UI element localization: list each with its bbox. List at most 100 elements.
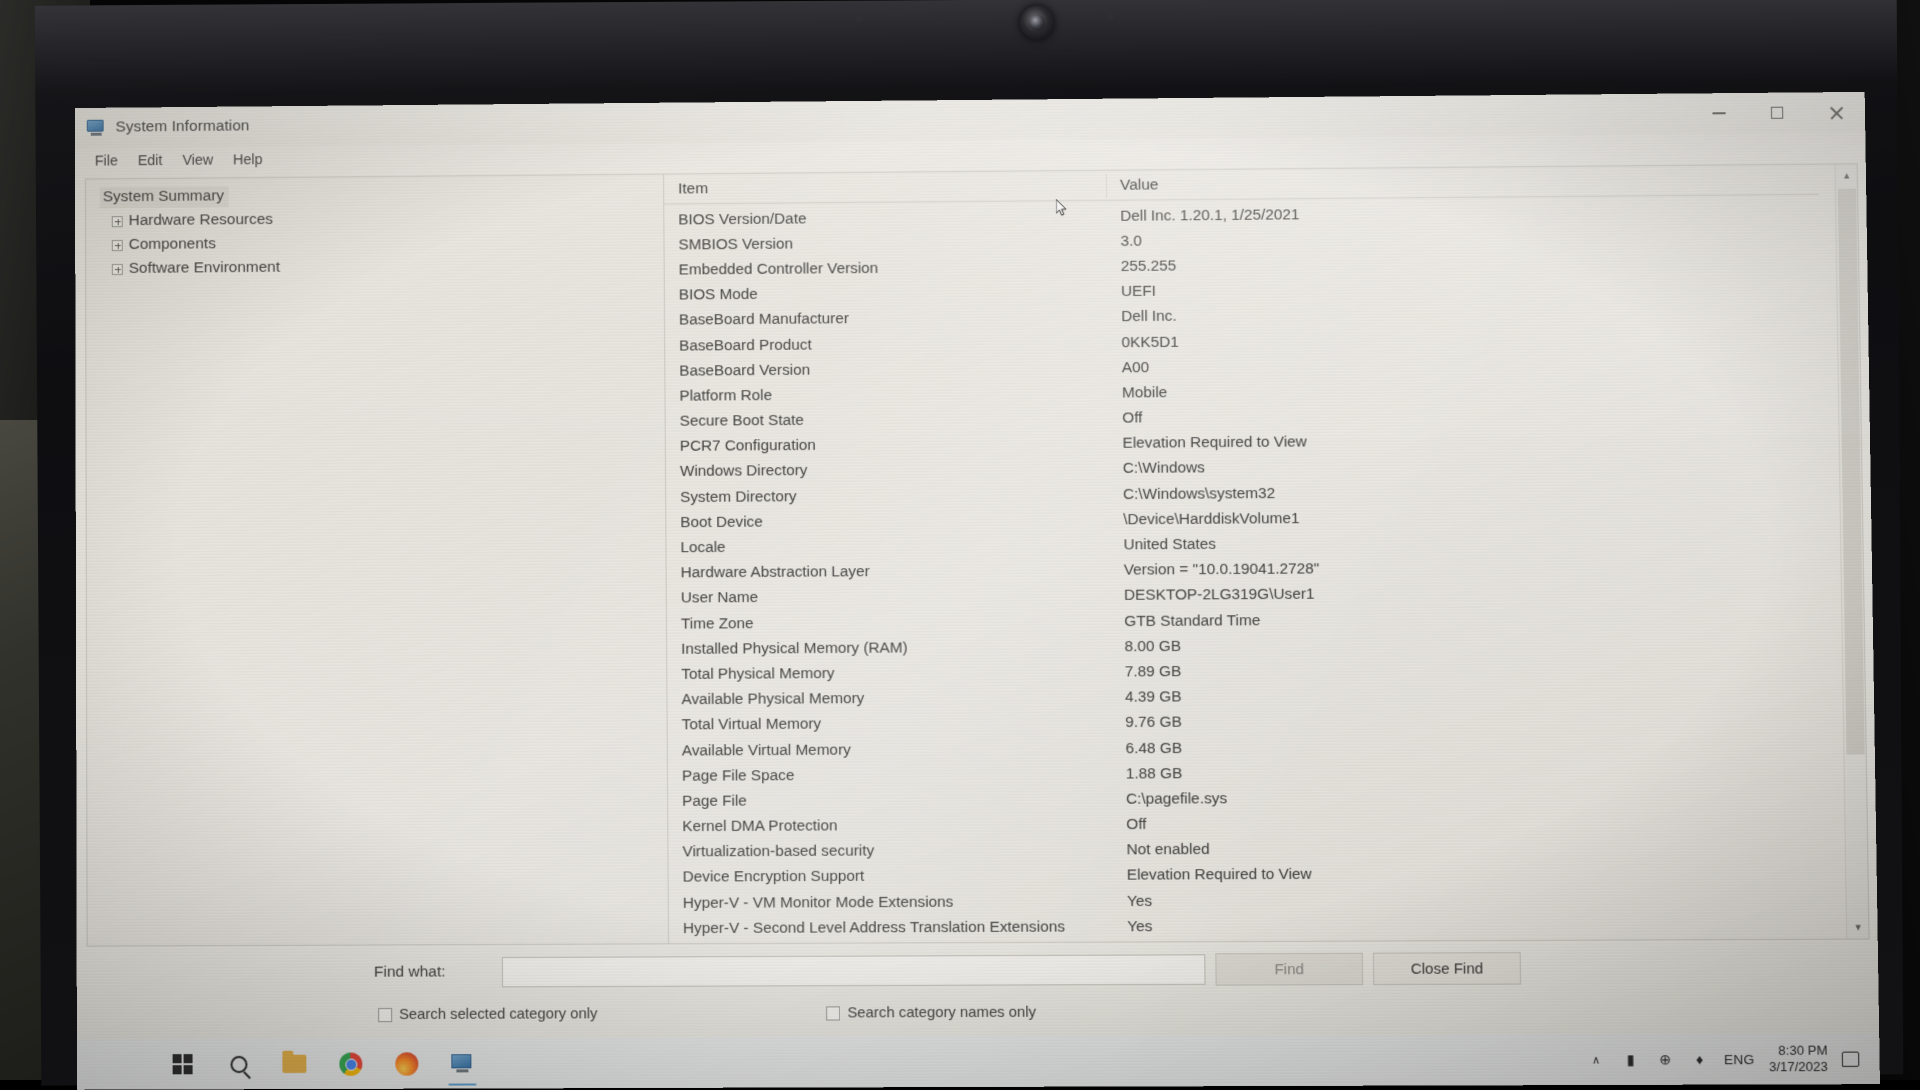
microphone-dot-left: [856, 15, 863, 22]
minimize-button[interactable]: [1689, 93, 1748, 134]
close-button[interactable]: [1806, 92, 1865, 133]
firefox-icon: [395, 1052, 418, 1075]
tree-item-label: Hardware Resources: [129, 211, 273, 230]
row-value-cell: UEFI: [1111, 283, 1156, 301]
search-category-names-checkbox[interactable]: Search category names only: [826, 1005, 1036, 1022]
row-item-cell: Virtualization-based security: [668, 842, 1116, 862]
column-divider[interactable]: [1106, 174, 1107, 198]
row-item-cell: PCR7 Configuration: [666, 435, 1113, 456]
row-value-cell: C:\Windows: [1113, 460, 1205, 479]
search-button[interactable]: [210, 1039, 266, 1090]
row-item-cell: Locale: [666, 536, 1113, 557]
system-information-taskbar-button[interactable]: [434, 1038, 490, 1089]
category-tree[interactable]: System Summary Hardware Resources Compon…: [85, 174, 668, 947]
window-controls: [1689, 92, 1865, 134]
row-item-cell: SMBIOS Version: [664, 233, 1110, 255]
menu-help[interactable]: Help: [223, 150, 272, 170]
file-explorer-button[interactable]: [266, 1038, 322, 1089]
menu-file[interactable]: File: [85, 151, 128, 171]
row-item-cell: BaseBoard Product: [665, 334, 1111, 355]
row-value-cell: Not enabled: [1116, 841, 1209, 860]
find-what-label: Find what:: [374, 963, 496, 982]
row-item-cell: Total Virtual Memory: [668, 714, 1116, 735]
row-item-cell: Device Encryption Support: [669, 867, 1117, 887]
active-app-indicator: [448, 1083, 476, 1086]
firefox-button[interactable]: [378, 1038, 434, 1089]
details-list: Item Value BIOS Version/DateDell Inc. 1.…: [663, 163, 1870, 944]
row-value-cell: DESKTOP-2LG319G\User1: [1114, 586, 1315, 605]
row-item-cell: Page File: [668, 791, 1116, 811]
row-value-cell: Off: [1112, 409, 1142, 427]
row-item-cell: BIOS Mode: [665, 283, 1111, 305]
row-value-cell: A00: [1112, 359, 1150, 377]
laptop-photo: System Information File Edit View Help: [0, 0, 1920, 1080]
row-item-cell: Available Physical Memory: [667, 689, 1115, 710]
menu-view[interactable]: View: [172, 150, 223, 170]
checkbox-box[interactable]: [826, 1006, 840, 1020]
maximize-button[interactable]: [1748, 92, 1807, 133]
volume-icon[interactable]: ♦: [1689, 1050, 1710, 1068]
row-item-cell: BIOS Version/Date: [664, 207, 1110, 229]
row-item-cell: Hyper-V - VM Monitor Mode Extensions: [669, 893, 1117, 913]
row-value-cell: 8.00 GB: [1114, 638, 1181, 657]
search-selected-category-checkbox[interactable]: Search selected category only: [378, 1006, 598, 1023]
checkbox-box[interactable]: [378, 1008, 392, 1022]
row-item-cell: Kernel DMA Protection: [668, 816, 1116, 836]
row-item-cell: Windows Directory: [666, 460, 1113, 481]
row-value-cell: \Device\HarddiskVolume1: [1113, 510, 1299, 529]
row-item-cell: Hyper-V - Second Level Address Translati…: [669, 918, 1117, 938]
microphone-dot-right: [1107, 13, 1114, 20]
battery-icon[interactable]: ▮: [1620, 1050, 1641, 1068]
chrome-button[interactable]: [322, 1038, 378, 1089]
column-header-item[interactable]: Item: [664, 177, 1110, 199]
close-find-button[interactable]: Close Find: [1373, 952, 1521, 985]
clock-date: 3/17/2023: [1769, 1059, 1828, 1074]
row-item-cell: Embedded Controller Version: [665, 258, 1111, 280]
tree-item-label: Components: [129, 235, 216, 254]
row-item-cell: System Directory: [666, 486, 1113, 507]
row-value-cell: Dell Inc. 1.20.1, 1/25/2021: [1110, 206, 1299, 226]
system-information-window: System Information File Edit View Help: [75, 92, 1879, 1039]
find-bar: Find what: Find Close Find Search select…: [77, 939, 1880, 1039]
find-button[interactable]: Find: [1215, 953, 1363, 986]
menu-edit[interactable]: Edit: [128, 150, 173, 170]
list-rows: BIOS Version/DateDell Inc. 1.20.1, 1/25/…: [664, 195, 1868, 944]
scroll-up-icon[interactable]: ▲: [1835, 164, 1858, 186]
window-title: System Information: [115, 117, 249, 136]
action-center-icon[interactable]: [1842, 1051, 1860, 1066]
start-button[interactable]: [155, 1039, 211, 1090]
tree-item-label: Software Environment: [129, 259, 280, 278]
row-value-cell: Mobile: [1112, 384, 1167, 402]
row-item-cell: Hardware Abstraction Layer: [667, 562, 1114, 583]
find-input[interactable]: [502, 954, 1206, 987]
network-icon[interactable]: ⊕: [1655, 1050, 1676, 1068]
row-value-cell: Elevation Required to View: [1112, 434, 1307, 453]
clock[interactable]: 8:30 PM 3/17/2023: [1769, 1042, 1828, 1075]
webcam: [1020, 5, 1054, 39]
scrollbar-thumb[interactable]: [1838, 189, 1865, 755]
tree-item-software-environment[interactable]: Software Environment: [98, 253, 664, 282]
row-value-cell: 6.48 GB: [1115, 739, 1182, 758]
system-information-icon: [87, 119, 106, 136]
windows-start-icon: [173, 1054, 193, 1074]
scroll-down-icon[interactable]: ▼: [1847, 916, 1870, 938]
row-value-cell: Version = "10.0.19041.2728": [1114, 561, 1320, 580]
expander-plus-icon[interactable]: [112, 263, 123, 274]
show-hidden-icons-icon[interactable]: ∧: [1586, 1050, 1607, 1068]
expander-plus-icon[interactable]: [112, 240, 123, 251]
column-header-value[interactable]: Value: [1110, 176, 1159, 194]
window-body: System Summary Hardware Resources Compon…: [75, 159, 1878, 946]
language-indicator[interactable]: ENG: [1724, 1051, 1755, 1066]
clock-time: 8:30 PM: [1778, 1042, 1827, 1057]
row-item-cell: Time Zone: [667, 613, 1114, 634]
row-item-cell: Platform Role: [665, 384, 1112, 405]
search-icon: [230, 1055, 247, 1072]
expander-plus-icon[interactable]: [112, 216, 123, 227]
row-value-cell: Dell Inc.: [1111, 308, 1177, 327]
row-item-cell: BaseBoard Manufacturer: [665, 309, 1111, 330]
row-value-cell: Off: [1116, 816, 1147, 834]
row-value-cell: 0KK5D1: [1111, 333, 1178, 352]
folder-icon: [282, 1055, 306, 1073]
chrome-icon: [339, 1052, 362, 1075]
row-value-cell: 255.255: [1111, 257, 1177, 276]
